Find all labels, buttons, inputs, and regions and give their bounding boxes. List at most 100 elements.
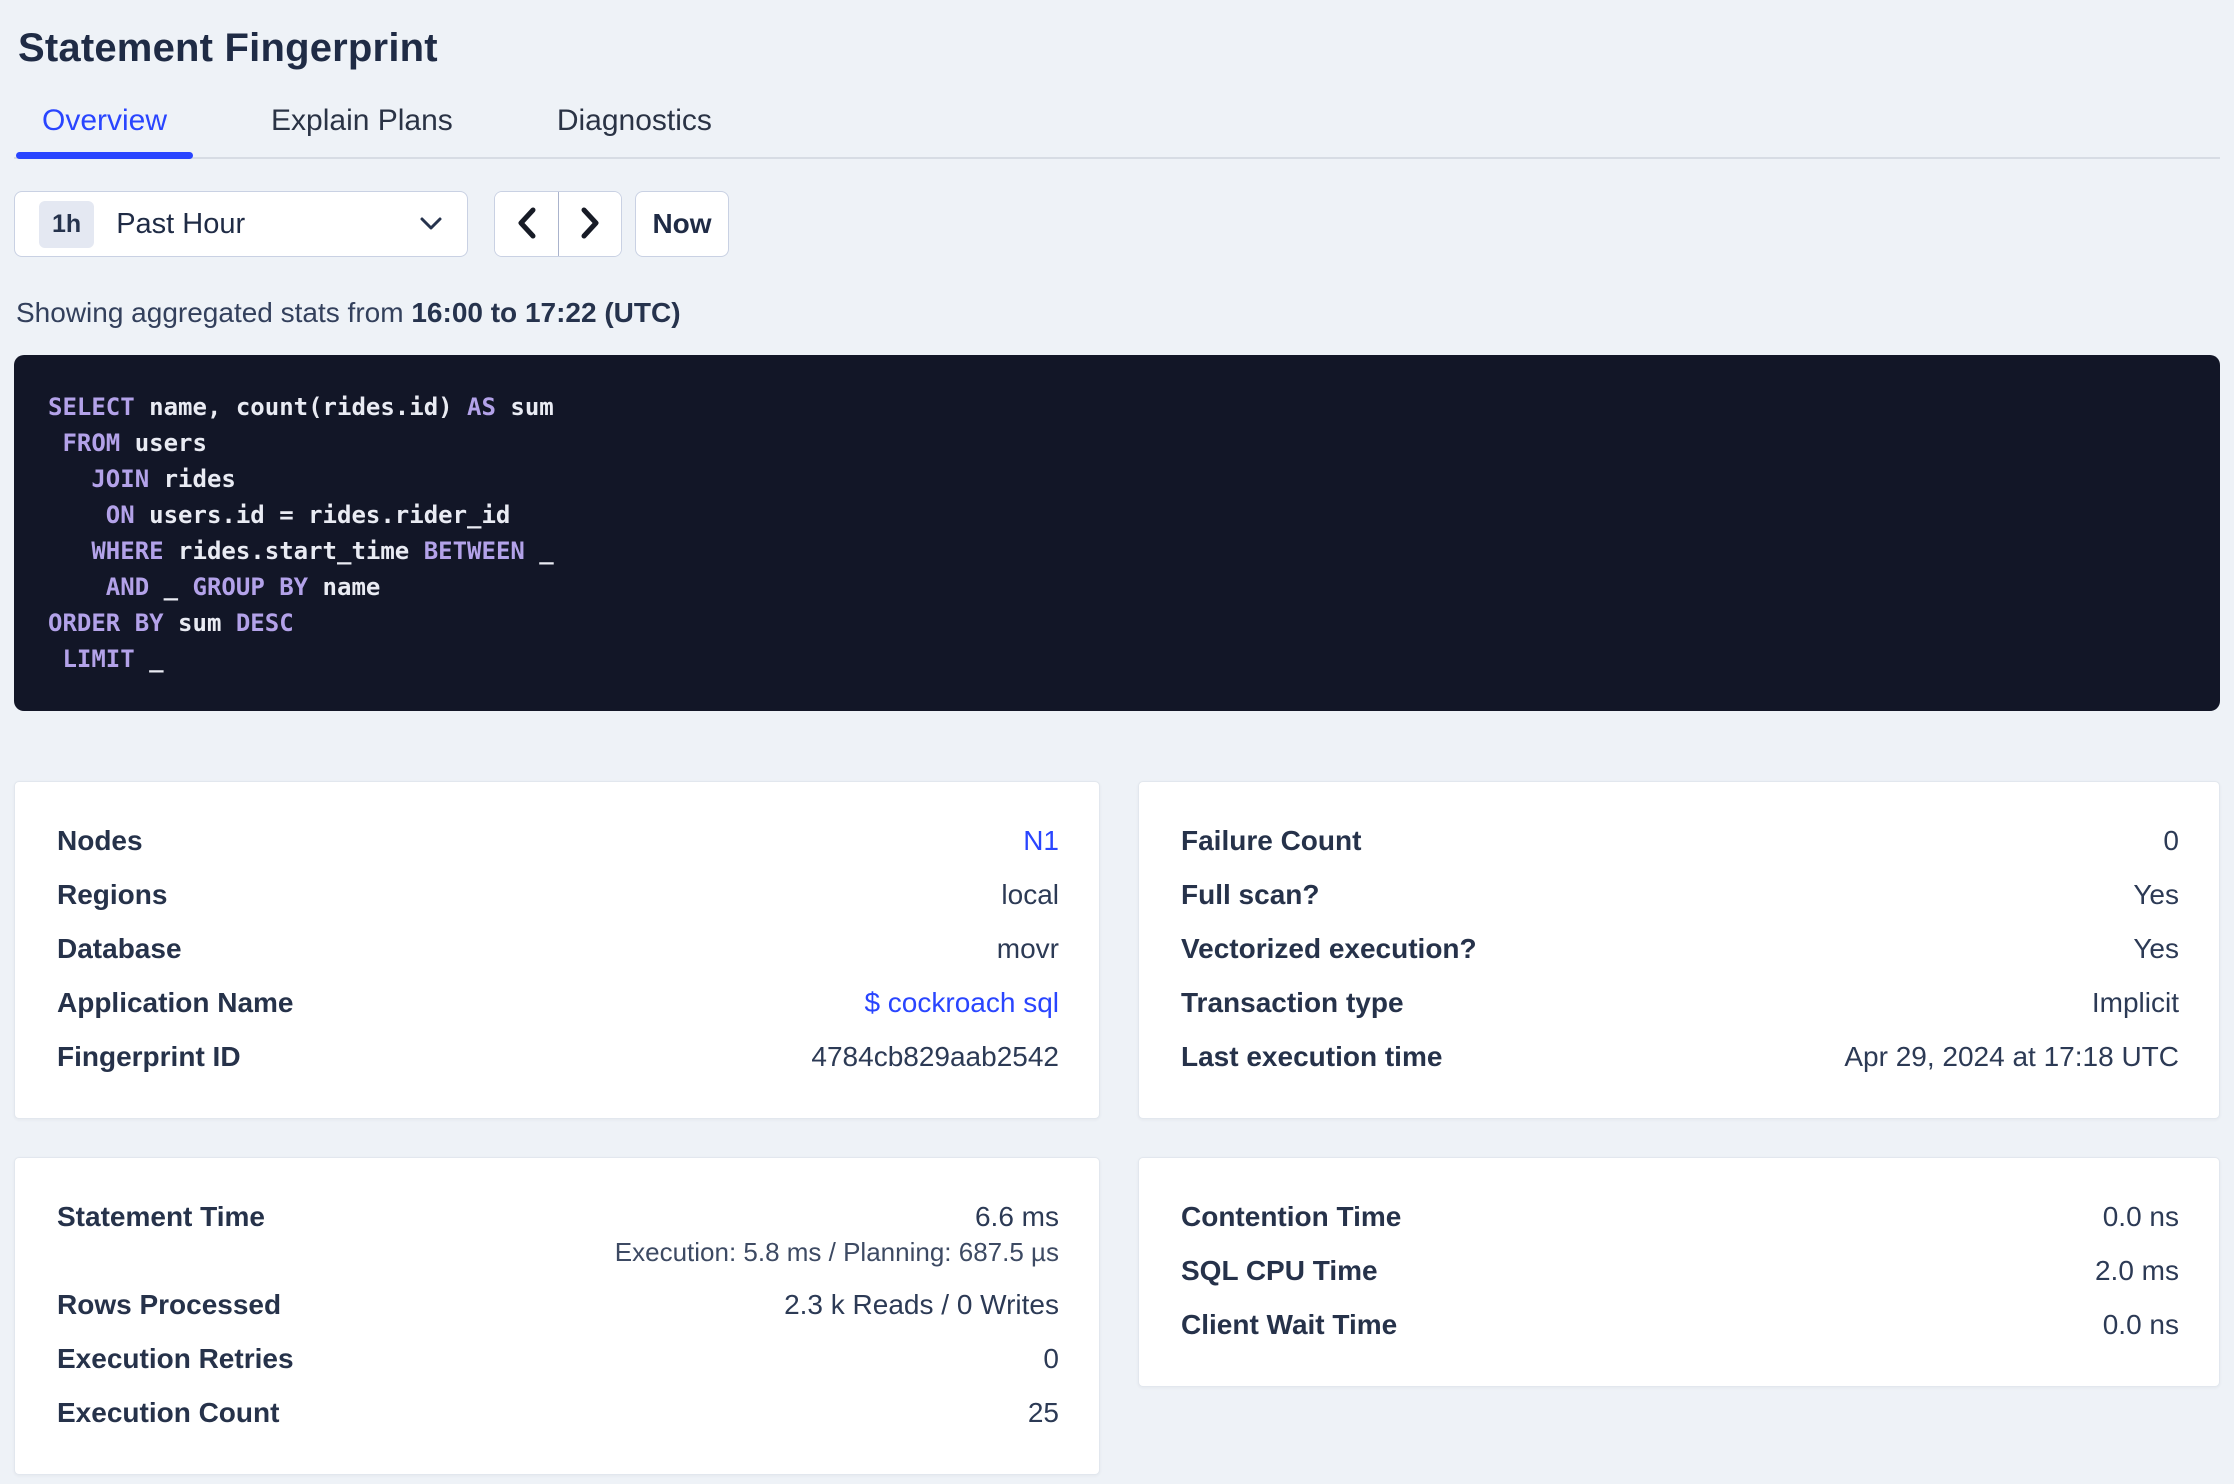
time-range-badge: 1h — [39, 200, 95, 248]
stat-label: Transaction type — [1181, 987, 1404, 1018]
stat-row: Client Wait Time 0.0 ns — [1181, 1298, 2179, 1352]
time-step-group — [494, 191, 622, 257]
stat-value-wrap: local — [1001, 879, 1059, 911]
sql-statement-box: SELECT name, count(rides.id) AS sum FROM… — [14, 355, 2220, 711]
stat-row: Full scan? Yes — [1181, 868, 2179, 922]
chevron-right-icon — [579, 206, 601, 243]
card-statement-details: Nodes N1 Regions local Database movr Applicati… — [14, 781, 1100, 1119]
stat-row: Nodes N1 — [57, 814, 1059, 868]
sql-line: JOIN rides — [91, 465, 236, 493]
stat-value: Implicit — [2091, 987, 2179, 1018]
card-wait-timing: Contention Time 0.0 ns SQL CPU Time 2.0 ms C… — [1138, 1157, 2220, 1387]
stat-label: Vectorized execution? — [1181, 933, 1477, 964]
card-statement-timing: Statement Time 6.6 ms Execution: 5.8 ms / … — [14, 1157, 1100, 1475]
stat-value: 0.0 ns — [2102, 1201, 2179, 1232]
stat-value-wrap: 0 — [2163, 825, 2179, 857]
chevron-left-icon — [516, 206, 538, 243]
sql-line: ON users.id = rides.rider_id — [105, 501, 511, 529]
stat-label: Client Wait Time — [1181, 1309, 1398, 1340]
stat-value-wrap: Implicit — [2092, 987, 2179, 1019]
stat-value-link[interactable]: N1 — [1023, 825, 1059, 857]
stat-label: Regions — [57, 879, 168, 910]
stat-row: Database movr — [57, 922, 1059, 976]
now-button[interactable]: Now — [635, 191, 729, 257]
stat-row: Rows Processed 2.3 k Reads / 0 Writes — [57, 1278, 1059, 1332]
tab-diagnostics[interactable]: Diagnostics — [531, 90, 738, 157]
sql-line: AND _ GROUP BY name — [105, 573, 381, 601]
stat-row: Fingerprint ID 4784cb829aab2542 — [57, 1030, 1059, 1084]
stat-label: Last execution time — [1181, 1041, 1443, 1072]
card-execution-attributes: Failure Count 0 Full scan? Yes Vectorized ex… — [1138, 781, 2220, 1119]
sql-line: LIMIT _ — [62, 645, 164, 673]
sql-line: ORDER BY sum DESC — [48, 609, 294, 637]
stat-label: Execution Retries — [57, 1343, 294, 1374]
stat-value-wrap: N1 — [1023, 825, 1059, 857]
stat-value: 0.0 ns — [2102, 1309, 2179, 1340]
next-time-button[interactable] — [558, 192, 621, 256]
time-controls: 1h Past Hour Now — [14, 191, 2220, 257]
statement-fingerprint-page: Statement Fingerprint Overview Explain Pl… — [0, 26, 2234, 1475]
sql-line: FROM users — [62, 429, 207, 457]
stat-value: 2.3 k Reads / 0 Writes — [784, 1289, 1059, 1320]
stat-value: 0 — [1043, 1343, 1059, 1374]
stat-value-wrap: 2.0 ms — [2095, 1255, 2179, 1287]
stat-value-wrap: 0.0 ns — [2103, 1309, 2179, 1341]
stat-label: Statement Time — [57, 1201, 265, 1232]
stat-label: Application Name — [57, 987, 294, 1018]
stat-row: Vectorized execution? Yes — [1181, 922, 2179, 976]
tab-overview[interactable]: Overview — [16, 90, 194, 159]
stat-value-wrap: Yes — [2133, 879, 2179, 911]
stat-value-link[interactable]: $ cockroach sql — [864, 987, 1059, 1019]
stat-row: Transaction type Implicit — [1181, 976, 2179, 1030]
stat-label: Fingerprint ID — [57, 1041, 241, 1072]
stat-row: Execution Retries 0 — [57, 1332, 1059, 1386]
stat-label: Rows Processed — [57, 1289, 282, 1320]
stat-row: Application Name $ cockroach sql — [57, 976, 1059, 1030]
stat-value-wrap: Yes — [2133, 933, 2179, 965]
previous-time-button[interactable] — [495, 192, 558, 256]
stat-value-wrap: 0.0 ns — [2103, 1201, 2179, 1233]
stat-row: Last execution time Apr 29, 2024 at 17:18… — [1181, 1030, 2179, 1084]
stat-value: local — [1001, 879, 1059, 910]
stat-value-wrap: 0 — [1043, 1343, 1059, 1375]
aggregated-stats-prefix: Showing aggregated stats from — [16, 297, 412, 328]
stat-row: Contention Time 0.0 ns — [1181, 1190, 2179, 1244]
stat-value-wrap: 2.3 k Reads / 0 Writes — [784, 1289, 1059, 1321]
stat-value-wrap: 25 — [1028, 1397, 1059, 1429]
stat-row: Regions local — [57, 868, 1059, 922]
page-title: Statement Fingerprint — [18, 26, 438, 70]
stat-value: Yes — [2133, 933, 2179, 964]
sql-line: WHERE rides.start_time BETWEEN _ — [91, 537, 554, 565]
stat-label: Nodes — [57, 825, 143, 856]
chevron-down-icon — [419, 216, 443, 232]
stat-row: SQL CPU Time 2.0 ms — [1181, 1244, 2179, 1298]
stat-label: Contention Time — [1181, 1201, 1402, 1232]
stat-label: Execution Count — [57, 1397, 280, 1428]
stat-value: 0 — [2163, 825, 2179, 856]
time-range-label: Past Hour — [116, 207, 246, 240]
stat-row: Execution Count 25 — [57, 1386, 1059, 1440]
tab-explain-plans[interactable]: Explain Plans — [245, 90, 479, 157]
stat-value: 4784cb829aab2542 — [811, 1041, 1059, 1072]
stat-value: 6.6 ms — [974, 1201, 1059, 1232]
stat-value: Yes — [2133, 879, 2179, 910]
stat-value-wrap: $ cockroach sql — [864, 987, 1059, 1019]
aggregated-stats-note: Showing aggregated stats from 16:00 to 1… — [16, 297, 2220, 329]
stat-label: Full scan? — [1181, 879, 1320, 910]
time-range-dropdown[interactable]: 1h Past Hour — [14, 191, 468, 257]
stat-label: Database — [57, 933, 182, 964]
stat-value: movr — [996, 933, 1059, 964]
summary-cards: Nodes N1 Regions local Database movr Applicati… — [14, 781, 2220, 1475]
stat-row: Failure Count 0 — [1181, 814, 2179, 868]
stat-label: SQL CPU Time — [1181, 1255, 1378, 1286]
stat-value-wrap: Apr 29, 2024 at 17:18 UTC — [1844, 1041, 2179, 1073]
aggregated-stats-range: 16:00 to 17:22 (UTC) — [411, 297, 681, 328]
stat-value-wrap: 4784cb829aab2542 — [811, 1041, 1059, 1073]
stat-label: Failure Count — [1181, 825, 1362, 856]
sql-line: SELECT name, count(rides.id) AS sum — [48, 393, 554, 421]
stat-value-wrap: 6.6 ms Execution: 5.8 ms / Planning: 687.… — [615, 1201, 1059, 1267]
stat-subvalue: Execution: 5.8 ms / Planning: 687.5 µs — [614, 1237, 1059, 1267]
stat-value: 25 — [1027, 1397, 1059, 1428]
stat-value: 2.0 ms — [2094, 1255, 2179, 1286]
tab-bar: Overview Explain Plans Diagnostics — [14, 90, 2220, 159]
